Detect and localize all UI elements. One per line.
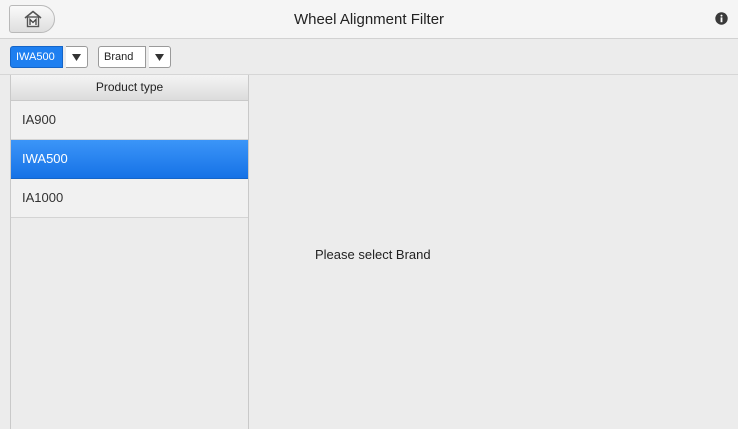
product-type-panel: Product type IA900 IWA500 IA1000 (10, 75, 249, 429)
list-item-ia900[interactable]: IA900 (11, 101, 248, 140)
page-title: Wheel Alignment Filter (293, 11, 445, 28)
product-dropdown-toggle[interactable] (66, 46, 88, 68)
brand-dropdown[interactable]: Brand (98, 46, 171, 68)
title-bar: Wheel Alignment Filter (0, 0, 738, 39)
filter-bar: IWA500 Brand (0, 39, 738, 75)
brand-dropdown-value[interactable]: Brand (98, 46, 146, 68)
info-icon[interactable] (715, 12, 728, 25)
chevron-down-icon (72, 54, 81, 61)
list-item-iwa500[interactable]: IWA500 (11, 140, 248, 179)
product-dropdown-value[interactable]: IWA500 (10, 46, 63, 68)
select-brand-message: Please select Brand (315, 247, 431, 262)
brand-dropdown-toggle[interactable] (149, 46, 171, 68)
chevron-down-icon (155, 54, 164, 61)
product-type-header: Product type (11, 75, 248, 101)
product-dropdown[interactable]: IWA500 (10, 46, 88, 68)
list-item-ia1000[interactable]: IA1000 (11, 179, 248, 218)
